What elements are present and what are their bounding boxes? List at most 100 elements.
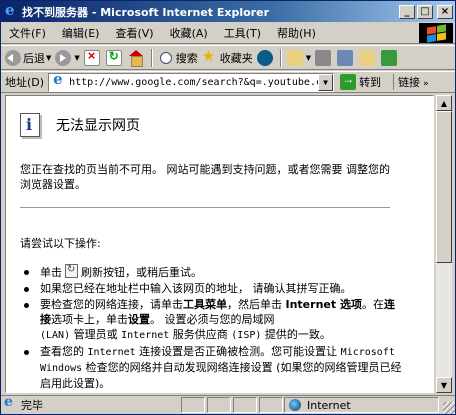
messenger-button[interactable] bbox=[379, 47, 401, 69]
status-panel bbox=[233, 397, 257, 413]
menu-favorites[interactable]: 收藏(A) bbox=[162, 25, 216, 41]
maximize-button[interactable]: □ bbox=[417, 4, 433, 19]
stop-button[interactable] bbox=[82, 47, 104, 69]
refresh-icon bbox=[105, 49, 122, 66]
list-item-text: 连接设置是否正确被检测。您可能设置让 bbox=[135, 345, 341, 358]
mail-dropdown-icon[interactable]: ▼ bbox=[306, 54, 311, 62]
address-input[interactable]: http://www.google.com/search?&q=.youtube… bbox=[48, 72, 335, 92]
list-item: 单击 刷新按钮，或稍后重试。 bbox=[24, 262, 405, 280]
status-panels bbox=[181, 397, 283, 413]
list-item-text: ，然后单击 bbox=[227, 298, 286, 311]
refresh-button[interactable] bbox=[104, 47, 126, 69]
list-item-text: 管理员或 bbox=[70, 328, 122, 341]
list-item: 如果您已经在地址栏中输入该网页的地址， 请确认其拼写正确。 bbox=[24, 281, 405, 296]
address-label: 地址(D) bbox=[5, 76, 45, 89]
home-button[interactable] bbox=[126, 47, 148, 69]
list-item-text: (LAN) bbox=[40, 330, 71, 341]
close-button[interactable]: × bbox=[437, 4, 453, 19]
scroll-down-button[interactable]: ▼ bbox=[436, 377, 452, 393]
tools-menu-ref: 工具菜单 bbox=[183, 298, 227, 311]
page-content: 无法显示网页 您正在查找的页当前不可用。 网站可能遇到支持问题，或者您需要 调整… bbox=[5, 95, 434, 393]
menu-bar: 文件(F) 编辑(E) 查看(V) 收藏(A) 工具(T) 帮助(H) bbox=[1, 23, 455, 44]
go-arrow-icon[interactable] bbox=[340, 72, 357, 90]
home-icon bbox=[128, 49, 144, 67]
edit-button[interactable] bbox=[335, 47, 357, 69]
favorites-label: 收藏夹 bbox=[219, 51, 253, 65]
standard-toolbar: 后退 ▼ ▼ 搜索 收藏夹 ▼ bbox=[1, 45, 455, 70]
messenger-icon bbox=[381, 49, 398, 66]
internet-options-ref: Internet 选项 bbox=[285, 298, 362, 311]
list-item-text: 刷新按钮，或稍后重试。 bbox=[81, 266, 202, 279]
error-header: 无法显示网页 bbox=[20, 113, 140, 137]
favorites-button[interactable]: 收藏夹 bbox=[200, 47, 255, 69]
list-item-text: 要检查您的网络连接，请单击 bbox=[40, 298, 183, 311]
search-button[interactable]: 搜索 bbox=[156, 47, 200, 69]
list-item-text: 服务供应商 bbox=[169, 328, 232, 341]
back-dropdown-icon[interactable]: ▼ bbox=[46, 54, 51, 62]
list-item: 查看您的 Internet 连接设置是否正确被检测。您可能设置让 Microso… bbox=[24, 344, 405, 391]
security-zone: Internet bbox=[284, 397, 439, 413]
mail-icon bbox=[286, 49, 303, 66]
title-bar[interactable]: 找不到服务器 - Microsoft Internet Explorer _ □… bbox=[1, 1, 455, 22]
edit-page-icon bbox=[337, 49, 354, 66]
globe-icon bbox=[289, 399, 301, 411]
status-panel bbox=[207, 397, 231, 413]
menu-help[interactable]: 帮助(H) bbox=[269, 25, 324, 41]
windows-logo-icon bbox=[419, 23, 453, 43]
page-title: 无法显示网页 bbox=[56, 118, 140, 134]
status-panel bbox=[181, 397, 205, 413]
toolbar-separator bbox=[279, 48, 282, 67]
list-item-text: 。 设置必须与您的局域网 bbox=[150, 313, 275, 326]
mail-button[interactable]: ▼ bbox=[285, 47, 313, 69]
address-bar: 地址(D) http://www.google.com/search?&q=.y… bbox=[1, 71, 455, 93]
discuss-icon bbox=[359, 49, 376, 66]
forward-arrow-icon bbox=[55, 49, 72, 66]
divider bbox=[20, 207, 390, 208]
scroll-up-button[interactable]: ▲ bbox=[436, 95, 452, 111]
menu-edit[interactable]: 编辑(E) bbox=[54, 25, 108, 41]
page-ie-icon bbox=[51, 74, 67, 90]
list-item-text: 提供的一致。 bbox=[261, 328, 331, 341]
window-title: 找不到服务器 - Microsoft Internet Explorer bbox=[22, 5, 269, 19]
scroll-thumb[interactable] bbox=[436, 111, 452, 263]
menu-tools[interactable]: 工具(T) bbox=[216, 25, 269, 41]
links-button[interactable]: 链接» bbox=[393, 74, 429, 90]
media-button[interactable] bbox=[255, 47, 277, 69]
media-icon bbox=[256, 49, 273, 66]
menu-view[interactable]: 查看(V) bbox=[107, 25, 161, 41]
page-status-icon bbox=[3, 394, 17, 412]
ie-window: 找不到服务器 - Microsoft Internet Explorer _ □… bbox=[0, 0, 456, 415]
list-item-text: Internet bbox=[121, 330, 170, 341]
list-item-text: 如果您已经在地址栏中输入该网页的地址， 请确认其拼写正确。 bbox=[40, 282, 352, 295]
settings-ref: 设置 bbox=[128, 313, 150, 326]
address-dropdown-button[interactable]: ▼ bbox=[318, 73, 334, 91]
search-label: 搜索 bbox=[175, 51, 198, 65]
suggestions-list: 单击 刷新按钮，或稍后重试。 如果您已经在地址栏中输入该网页的地址， 请确认其拼写… bbox=[24, 262, 405, 392]
list-item-text: 单击 bbox=[40, 266, 62, 279]
list-item: 要检查您的网络连接，请单击工具菜单，然后单击 Internet 选项。在连接选项… bbox=[24, 297, 405, 343]
forward-dropdown-icon[interactable]: ▼ bbox=[74, 54, 79, 62]
discuss-button[interactable] bbox=[357, 47, 379, 69]
forward-button[interactable]: ▼ bbox=[53, 47, 81, 69]
refresh-page-icon bbox=[65, 262, 78, 278]
favorites-star-icon bbox=[202, 47, 218, 66]
list-item-text: Internet bbox=[87, 347, 136, 358]
print-button[interactable] bbox=[313, 47, 335, 69]
chevron-right-icon: » bbox=[423, 79, 429, 89]
status-panel bbox=[259, 397, 283, 413]
toolbar-separator bbox=[150, 48, 153, 67]
stop-icon bbox=[83, 48, 100, 66]
back-arrow-icon bbox=[5, 49, 21, 66]
status-bar: 完毕 Internet bbox=[1, 394, 455, 414]
address-url[interactable]: http://www.google.com/search?&q=.youtube… bbox=[69, 77, 318, 88]
list-item-text: 查看您的 bbox=[40, 345, 88, 358]
minimize-button[interactable]: _ bbox=[399, 4, 415, 19]
menu-file[interactable]: 文件(F) bbox=[1, 25, 54, 41]
go-button[interactable]: 转到 bbox=[359, 74, 381, 90]
resize-grip[interactable] bbox=[443, 402, 455, 414]
suggestions-heading: 请尝试以下操作: bbox=[20, 237, 101, 250]
list-item-text: 。在 bbox=[361, 298, 384, 311]
vertical-scrollbar[interactable]: ▲ ▼ bbox=[436, 95, 452, 393]
list-item-text: (ISP) bbox=[231, 330, 262, 341]
back-button[interactable]: 后退 ▼ bbox=[3, 47, 53, 69]
